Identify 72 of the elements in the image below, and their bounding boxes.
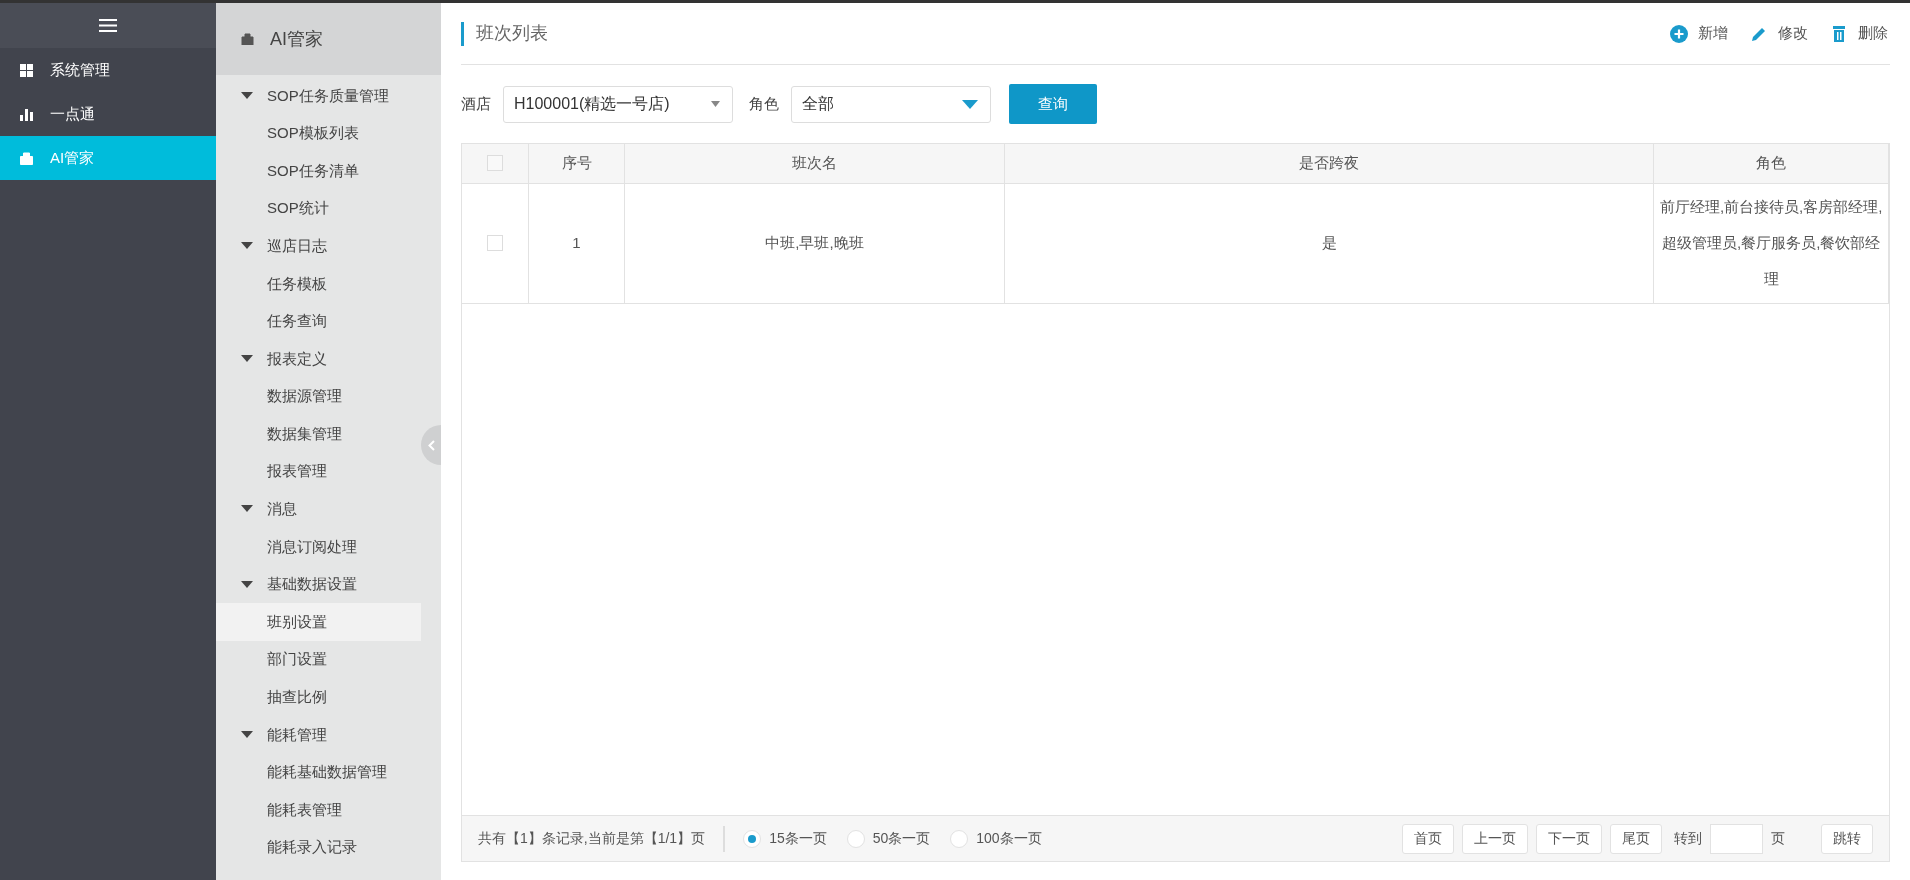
- menu-group[interactable]: 报表定义: [216, 340, 441, 378]
- add-button[interactable]: 新增: [1670, 22, 1728, 45]
- plus-circle-icon: [1670, 24, 1688, 43]
- nav-label: AI管家: [50, 147, 95, 168]
- menu-group[interactable]: 能耗管理: [216, 716, 441, 754]
- page-unit-label: 页: [1771, 829, 1785, 848]
- menu-item[interactable]: 消息订阅处理: [216, 528, 421, 566]
- collapse-button[interactable]: [421, 425, 441, 465]
- menu-item[interactable]: SOP统计: [216, 189, 421, 228]
- caret-down-icon: [962, 99, 978, 109]
- menu-item[interactable]: 抽查比例: [216, 678, 421, 717]
- table-cell-text: 是: [1321, 233, 1337, 253]
- goto-label: 转到: [1674, 829, 1702, 848]
- nav-label: 一点通: [50, 103, 95, 124]
- menu-item[interactable]: SOP任务清单: [216, 152, 421, 190]
- table-cell-text: 中班,早班,晚班: [765, 233, 864, 253]
- column-header: 班次名: [791, 154, 837, 171]
- menu-group-label: SOP任务质量管理: [267, 85, 389, 106]
- trash-icon: [1830, 24, 1848, 43]
- edit-button[interactable]: 修改: [1750, 22, 1808, 45]
- page-number-field[interactable]: [1710, 823, 1763, 854]
- submenu-title: AI管家: [270, 27, 323, 51]
- table-cell-text: 1: [572, 233, 581, 253]
- filter-label: 角色: [749, 93, 779, 114]
- menu-item[interactable]: 数据源管理: [216, 377, 421, 416]
- nav-label: 系统管理: [50, 59, 110, 80]
- menu-item[interactable]: 班别设置: [216, 603, 421, 641]
- menu-item[interactable]: 任务查询: [216, 302, 421, 341]
- pager-button[interactable]: 下一页: [1536, 823, 1602, 854]
- column-header: 序号: [561, 154, 592, 171]
- pager-button[interactable]: 首页: [1402, 823, 1454, 854]
- chevron-left-icon: [427, 439, 435, 451]
- select-field[interactable]: 全部: [791, 85, 991, 123]
- page-size-radio[interactable]: 100条一页: [950, 828, 1042, 849]
- menu-item[interactable]: SOP模板列表: [216, 114, 421, 153]
- menu-group[interactable]: 巡店日志: [216, 227, 441, 265]
- table-cell-text: 前厅经理,前台接待员,客房部经理,超级管理员,餐厅服务员,餐饮部经理: [1658, 197, 1884, 289]
- delete-button[interactable]: 删除: [1830, 22, 1888, 45]
- menu-group[interactable]: 基础数据设置: [216, 565, 441, 604]
- menu-group-label: 巡店日志: [267, 235, 327, 256]
- select-all-checkbox[interactable]: [486, 155, 503, 172]
- menu-item[interactable]: 部门设置: [216, 640, 421, 679]
- page-title: 班次列表: [476, 22, 548, 45]
- menu-item[interactable]: 任务模板: [216, 264, 421, 303]
- bag-icon: [241, 33, 254, 45]
- menu-group-label: 报表定义: [267, 348, 327, 369]
- menu-item[interactable]: 数据集管理: [216, 415, 421, 453]
- pager-button[interactable]: 跳转: [1821, 823, 1873, 854]
- menu-group-label: 基础数据设置: [267, 574, 357, 595]
- menu-group[interactable]: SOP任务质量管理: [216, 77, 441, 115]
- menu-icon[interactable]: [99, 19, 117, 32]
- pager-button[interactable]: 尾页: [1610, 823, 1662, 854]
- select-field[interactable]: H100001(精选一号店): [503, 85, 733, 123]
- menu-item[interactable]: 能耗表管理: [216, 791, 421, 829]
- bag-icon: [20, 151, 33, 165]
- menu-group[interactable]: 消息: [216, 490, 441, 529]
- record-summary: 共有【1】条记录,当前是第【1/1】页: [478, 829, 706, 848]
- caret-down-icon: [711, 101, 720, 107]
- grid-icon: [20, 63, 33, 77]
- menu-group-label: 消息: [267, 499, 297, 520]
- filter-label: 酒店: [461, 93, 491, 114]
- page-size-radio[interactable]: 15条一页: [743, 828, 827, 849]
- column-header: 是否跨夜: [1299, 154, 1360, 171]
- menu-item[interactable]: 报表管理: [216, 452, 421, 491]
- menu-item[interactable]: 能耗基础数据管理: [216, 753, 421, 792]
- column-header: 角色: [1756, 154, 1787, 171]
- pager-button[interactable]: 上一页: [1462, 823, 1528, 854]
- page-size-radio[interactable]: 50条一页: [846, 828, 931, 849]
- bar-chart-icon: [20, 107, 33, 121]
- menu-item[interactable]: 能耗录入记录: [216, 828, 421, 867]
- menu-group-label: 能耗管理: [267, 724, 327, 745]
- row-checkbox[interactable]: [486, 235, 503, 251]
